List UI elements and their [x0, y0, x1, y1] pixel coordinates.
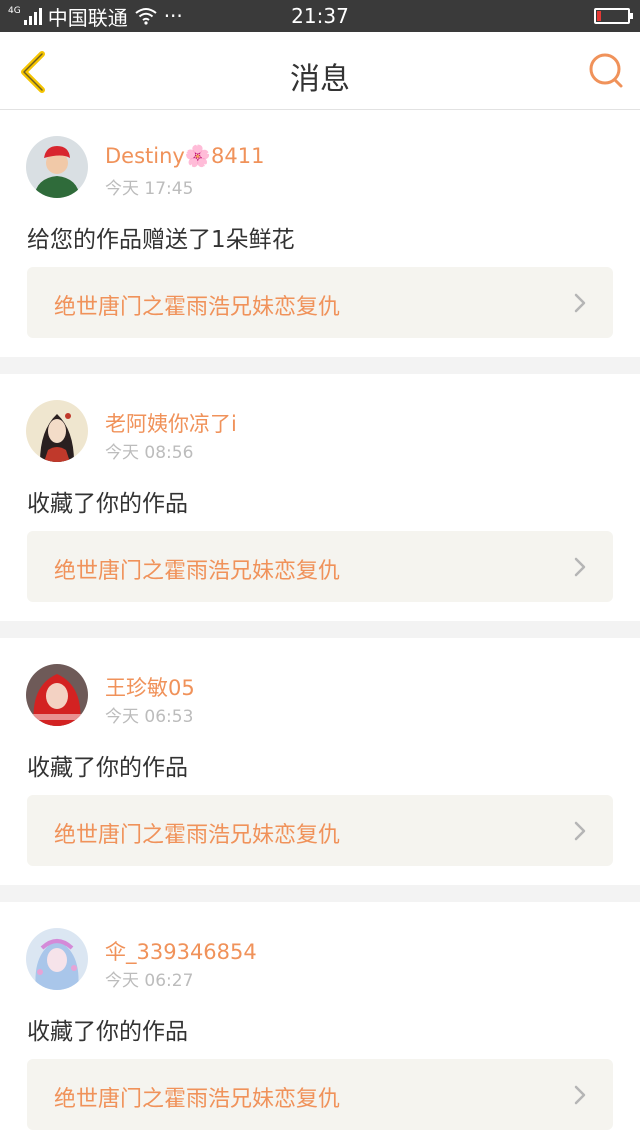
message-action: 收藏了你的作品	[27, 1019, 188, 1045]
chevron-right-icon	[574, 293, 586, 313]
message-time: 今天 06:27	[105, 971, 194, 991]
message-time: 今天 06:53	[105, 707, 194, 727]
username[interactable]: Destiny🌸8411	[105, 144, 264, 169]
message-action: 收藏了你的作品	[27, 755, 188, 781]
avatar[interactable]	[26, 928, 88, 990]
search-icon[interactable]	[586, 50, 626, 90]
status-time: 21:37	[291, 4, 349, 28]
chevron-right-icon	[574, 821, 586, 841]
message-time: 今天 08:56	[105, 443, 194, 463]
message-time: 今天 17:45	[105, 179, 194, 199]
work-title: 绝世唐门之霍雨浩兄妹恋复仇	[54, 1087, 341, 1112]
message-action: 收藏了你的作品	[27, 491, 188, 517]
message-card: 老阿姨你凉了i 今天 08:56 收藏了你的作品 绝世唐门之霍雨浩兄妹恋复仇	[0, 374, 640, 621]
work-link[interactable]: 绝世唐门之霍雨浩兄妹恋复仇	[27, 267, 613, 338]
message-card: Destiny🌸8411 今天 17:45 给您的作品赠送了1朵鲜花 绝世唐门之…	[0, 110, 640, 357]
avatar[interactable]	[26, 400, 88, 462]
avatar[interactable]	[26, 664, 88, 726]
work-link[interactable]: 绝世唐门之霍雨浩兄妹恋复仇	[27, 531, 613, 602]
work-title: 绝世唐门之霍雨浩兄妹恋复仇	[54, 295, 341, 320]
battery-icon	[594, 8, 633, 24]
avatar[interactable]	[26, 136, 88, 198]
message-card: 伞_339346854 今天 06:27 收藏了你的作品 绝世唐门之霍雨浩兄妹恋…	[0, 902, 640, 1138]
username[interactable]: 伞_339346854	[105, 936, 257, 966]
work-title: 绝世唐门之霍雨浩兄妹恋复仇	[54, 559, 341, 584]
username[interactable]: 老阿姨你凉了i	[105, 408, 237, 438]
message-card: 王珍敏05 今天 06:53 收藏了你的作品 绝世唐门之霍雨浩兄妹恋复仇	[0, 638, 640, 885]
status-bar: 4G 中国联通 ··· 21:37	[0, 0, 640, 32]
work-title: 绝世唐门之霍雨浩兄妹恋复仇	[54, 823, 341, 848]
work-link[interactable]: 绝世唐门之霍雨浩兄妹恋复仇	[27, 1059, 613, 1130]
chevron-right-icon	[574, 557, 586, 577]
work-link[interactable]: 绝世唐门之霍雨浩兄妹恋复仇	[27, 795, 613, 866]
chevron-right-icon	[574, 1085, 586, 1105]
nav-bar: 消息	[0, 32, 640, 110]
message-list: Destiny🌸8411 今天 17:45 给您的作品赠送了1朵鲜花 绝世唐门之…	[0, 110, 640, 1138]
message-action: 给您的作品赠送了1朵鲜花	[27, 227, 295, 253]
page-title: 消息	[290, 62, 350, 97]
username[interactable]: 王珍敏05	[105, 672, 195, 702]
